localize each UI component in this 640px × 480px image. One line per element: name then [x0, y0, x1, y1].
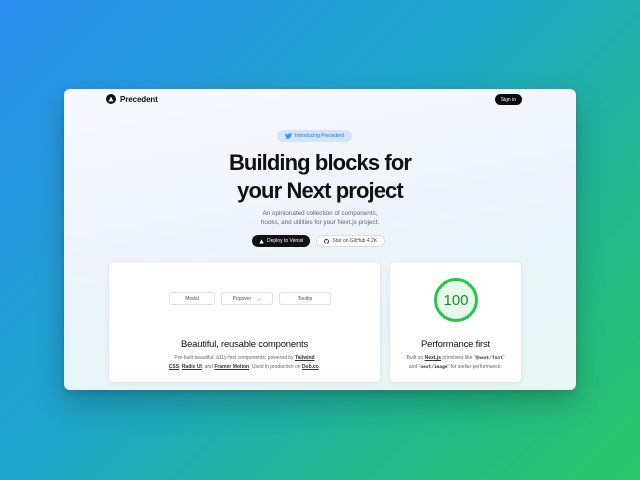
sign-in-button[interactable]: Sign in — [494, 94, 522, 105]
next-image-code: next/image — [420, 365, 448, 370]
desc-text: , and — [201, 364, 213, 370]
popover-demo-button[interactable]: Popover ⌄ — [221, 292, 273, 305]
tailwind-css-link[interactable]: CSS — [169, 364, 179, 370]
framer-motion-link[interactable]: Framer Motion — [214, 364, 249, 370]
deploy-label: Deploy to Vercel — [267, 238, 304, 244]
announcement-badge[interactable]: Introducing Precedent — [277, 130, 352, 142]
github-icon — [324, 238, 330, 244]
card-description: Pre-built beautiful, a11y-first componen… — [169, 354, 320, 372]
badge-text: Introducing Precedent — [295, 133, 344, 139]
hero-subtext: An opinionated collection of components,… — [240, 209, 400, 227]
desc-text: . — [318, 364, 321, 370]
cta-row: Deploy to Vercel Star on GitHub 4.2K — [252, 235, 386, 247]
top-navbar: Precedent Sign in — [64, 89, 576, 111]
desc-text: and — [408, 364, 418, 370]
performance-card: 100 Performance first Built on Next.js p… — [389, 261, 522, 383]
components-card: Modal Popover ⌄ Tooltip Beautiful, reusa… — [108, 261, 381, 383]
radix-ui-link[interactable]: Radix UI — [182, 364, 202, 370]
desc-text: . Used in production on — [249, 364, 301, 370]
desc-text: Built on — [406, 355, 424, 361]
desc-text: for stellar performance. — [450, 364, 503, 370]
dub-link[interactable]: Dub.co — [302, 364, 319, 370]
performance-score-gauge: 100 — [434, 278, 478, 322]
chevron-down-icon: ⌄ — [257, 295, 262, 302]
desc-text: primitives like — [442, 355, 473, 361]
vercel-triangle-icon — [259, 239, 264, 243]
component-demo-row: Modal Popover ⌄ Tooltip — [169, 292, 331, 305]
next-font-code: @next/font — [475, 356, 503, 361]
github-label: Star on GitHub 4.2K — [332, 238, 378, 244]
deploy-to-vercel-button[interactable]: Deploy to Vercel — [252, 235, 311, 247]
brand-name: Precedent — [120, 94, 158, 104]
desc-text: Pre-built beautiful, a11y-first componen… — [174, 355, 294, 361]
star-on-github-button[interactable]: Star on GitHub 4.2K — [316, 235, 386, 247]
browser-window: Precedent Sign in Introducing Precedent … — [64, 89, 576, 390]
triangle-logo-icon — [106, 94, 116, 104]
card-description: Built on Next.js primitives like "@next/… — [406, 355, 505, 370]
subtext-line-2: hooks, and utilities for your Next.js pr… — [260, 219, 380, 226]
headline-line-1: Building blocks for — [228, 150, 412, 175]
brand-logo[interactable]: Precedent — [106, 94, 158, 104]
tailwind-link[interactable]: Tailwind — [295, 355, 315, 361]
subtext-line-1: An opinionated collection of components, — [262, 210, 378, 217]
modal-demo-button[interactable]: Modal — [169, 292, 215, 305]
card-title: Performance first — [421, 339, 490, 350]
nextjs-link[interactable]: Next.js — [425, 355, 441, 361]
popover-label: Popover — [232, 295, 252, 302]
hero-headline: Building blocks for your Next project — [64, 149, 576, 205]
card-title: Beautiful, reusable components — [180, 339, 309, 350]
twitter-bird-icon — [285, 133, 293, 139]
desc-text: , — [179, 364, 181, 370]
tooltip-demo-button[interactable]: Tooltip — [279, 292, 331, 305]
headline-line-2: your Next project — [237, 178, 404, 203]
